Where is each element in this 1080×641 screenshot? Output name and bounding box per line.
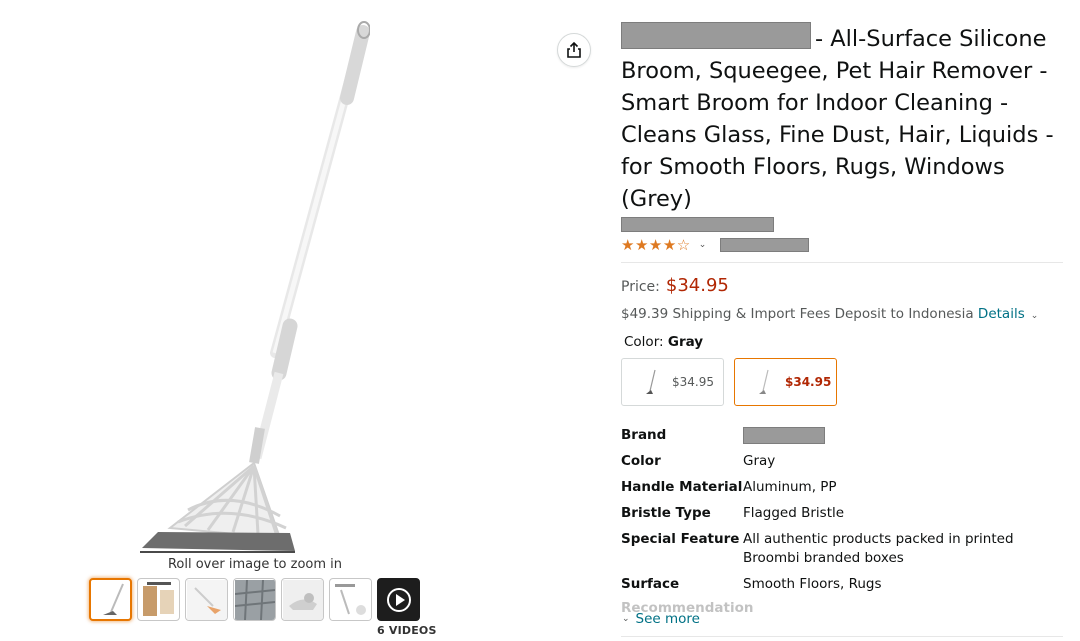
spec-row-color: Color Gray <box>621 452 1063 478</box>
chevron-down-icon: ⌄ <box>622 614 630 624</box>
spec-value: Flagged Bristle <box>743 505 845 521</box>
spec-value: All authentic products packed in printed… <box>743 531 1014 566</box>
spec-key: Brand <box>621 427 667 443</box>
redacted-ratings-count[interactable] <box>720 238 810 252</box>
shipping-info: $49.39 Shipping & Import Fees Deposit to… <box>621 306 1063 322</box>
redacted-brand-value <box>743 426 825 444</box>
product-title-text: - All-Surface Silicone Broom, Squeegee, … <box>621 26 1054 212</box>
thumbnail-strip <box>89 578 420 621</box>
price-value: $34.95 <box>665 275 729 296</box>
price-row: Price: $34.95 <box>621 275 1063 296</box>
color-label: Color: <box>624 334 664 350</box>
chevron-down-icon[interactable]: ⌄ <box>1031 311 1039 321</box>
color-value: Gray <box>667 334 704 350</box>
zoom-hint: Roll over image to zoom in <box>167 557 343 572</box>
shipping-text: $49.39 Shipping & Import Fees Deposit to… <box>621 306 974 322</box>
share-button[interactable] <box>557 33 591 67</box>
spec-row-handle-material: Handle Material Aluminum, PP <box>621 478 1063 504</box>
rating-row: ★★★★☆ ⌄ <box>621 236 1063 254</box>
spec-value <box>743 426 1063 452</box>
product-title: - All-Surface Silicone Broom, Squeegee, … <box>621 22 1063 215</box>
see-more-link[interactable]: ⌄ See more <box>622 611 700 627</box>
play-icon <box>386 587 411 612</box>
broom-swatch-icon <box>759 369 769 394</box>
shipping-details-link[interactable]: Details <box>978 306 1025 322</box>
spec-value: Aluminum, PP <box>743 479 837 495</box>
thumbnail-broom-full[interactable] <box>89 578 132 621</box>
divider <box>621 262 1063 263</box>
spec-key: Color <box>621 453 661 469</box>
redacted-brand-name <box>621 22 811 49</box>
see-more-label: See more <box>635 611 700 627</box>
divider <box>621 636 1063 637</box>
chevron-down-icon[interactable]: ⌄ <box>699 240 707 250</box>
spec-table: Brand Color Gray Handle Material Aluminu… <box>621 426 1063 601</box>
color-swatches: $34.95 $34.95 <box>621 358 1063 406</box>
spec-key: Special Feature <box>621 531 740 547</box>
star-rating-icon[interactable]: ★★★★☆ <box>621 236 691 254</box>
thumbnail-feature-callouts[interactable] <box>329 578 372 621</box>
videos-count-label[interactable]: 6 VIDEOS <box>377 624 437 637</box>
color-swatch-option-2-selected[interactable]: $34.95 <box>734 358 837 406</box>
redacted-store-link[interactable] <box>621 217 774 232</box>
thumbnail-pet-hair[interactable] <box>281 578 324 621</box>
product-details: - All-Surface Silicone Broom, Squeegee, … <box>621 22 1063 601</box>
color-swatch-option-1[interactable]: $34.95 <box>621 358 724 406</box>
thumbnail-box-package[interactable] <box>137 578 180 621</box>
spec-row-bristle-type: Bristle Type Flagged Bristle <box>621 504 1063 530</box>
swatch-price: $34.95 <box>672 375 714 389</box>
price-label: Price: <box>621 279 660 295</box>
spec-value: Gray <box>743 453 776 469</box>
spec-row-special-feature: Special Feature All authentic products p… <box>621 530 1063 575</box>
spec-row-faded: Recommendation <box>621 600 754 612</box>
thumbnail-video[interactable] <box>377 578 420 621</box>
spec-key: Bristle Type <box>621 505 711 521</box>
swatch-price: $34.95 <box>785 375 832 389</box>
share-icon <box>567 41 581 58</box>
thumbnail-floor-hair[interactable] <box>233 578 276 621</box>
color-selection-label: Color: Gray <box>621 334 1063 350</box>
broom-swatch-icon <box>646 369 656 394</box>
spec-row-brand: Brand <box>621 426 1063 452</box>
spec-key: Handle Material <box>621 479 743 495</box>
thumbnail-broom-sweeping[interactable] <box>185 578 228 621</box>
main-product-image[interactable] <box>130 18 371 558</box>
